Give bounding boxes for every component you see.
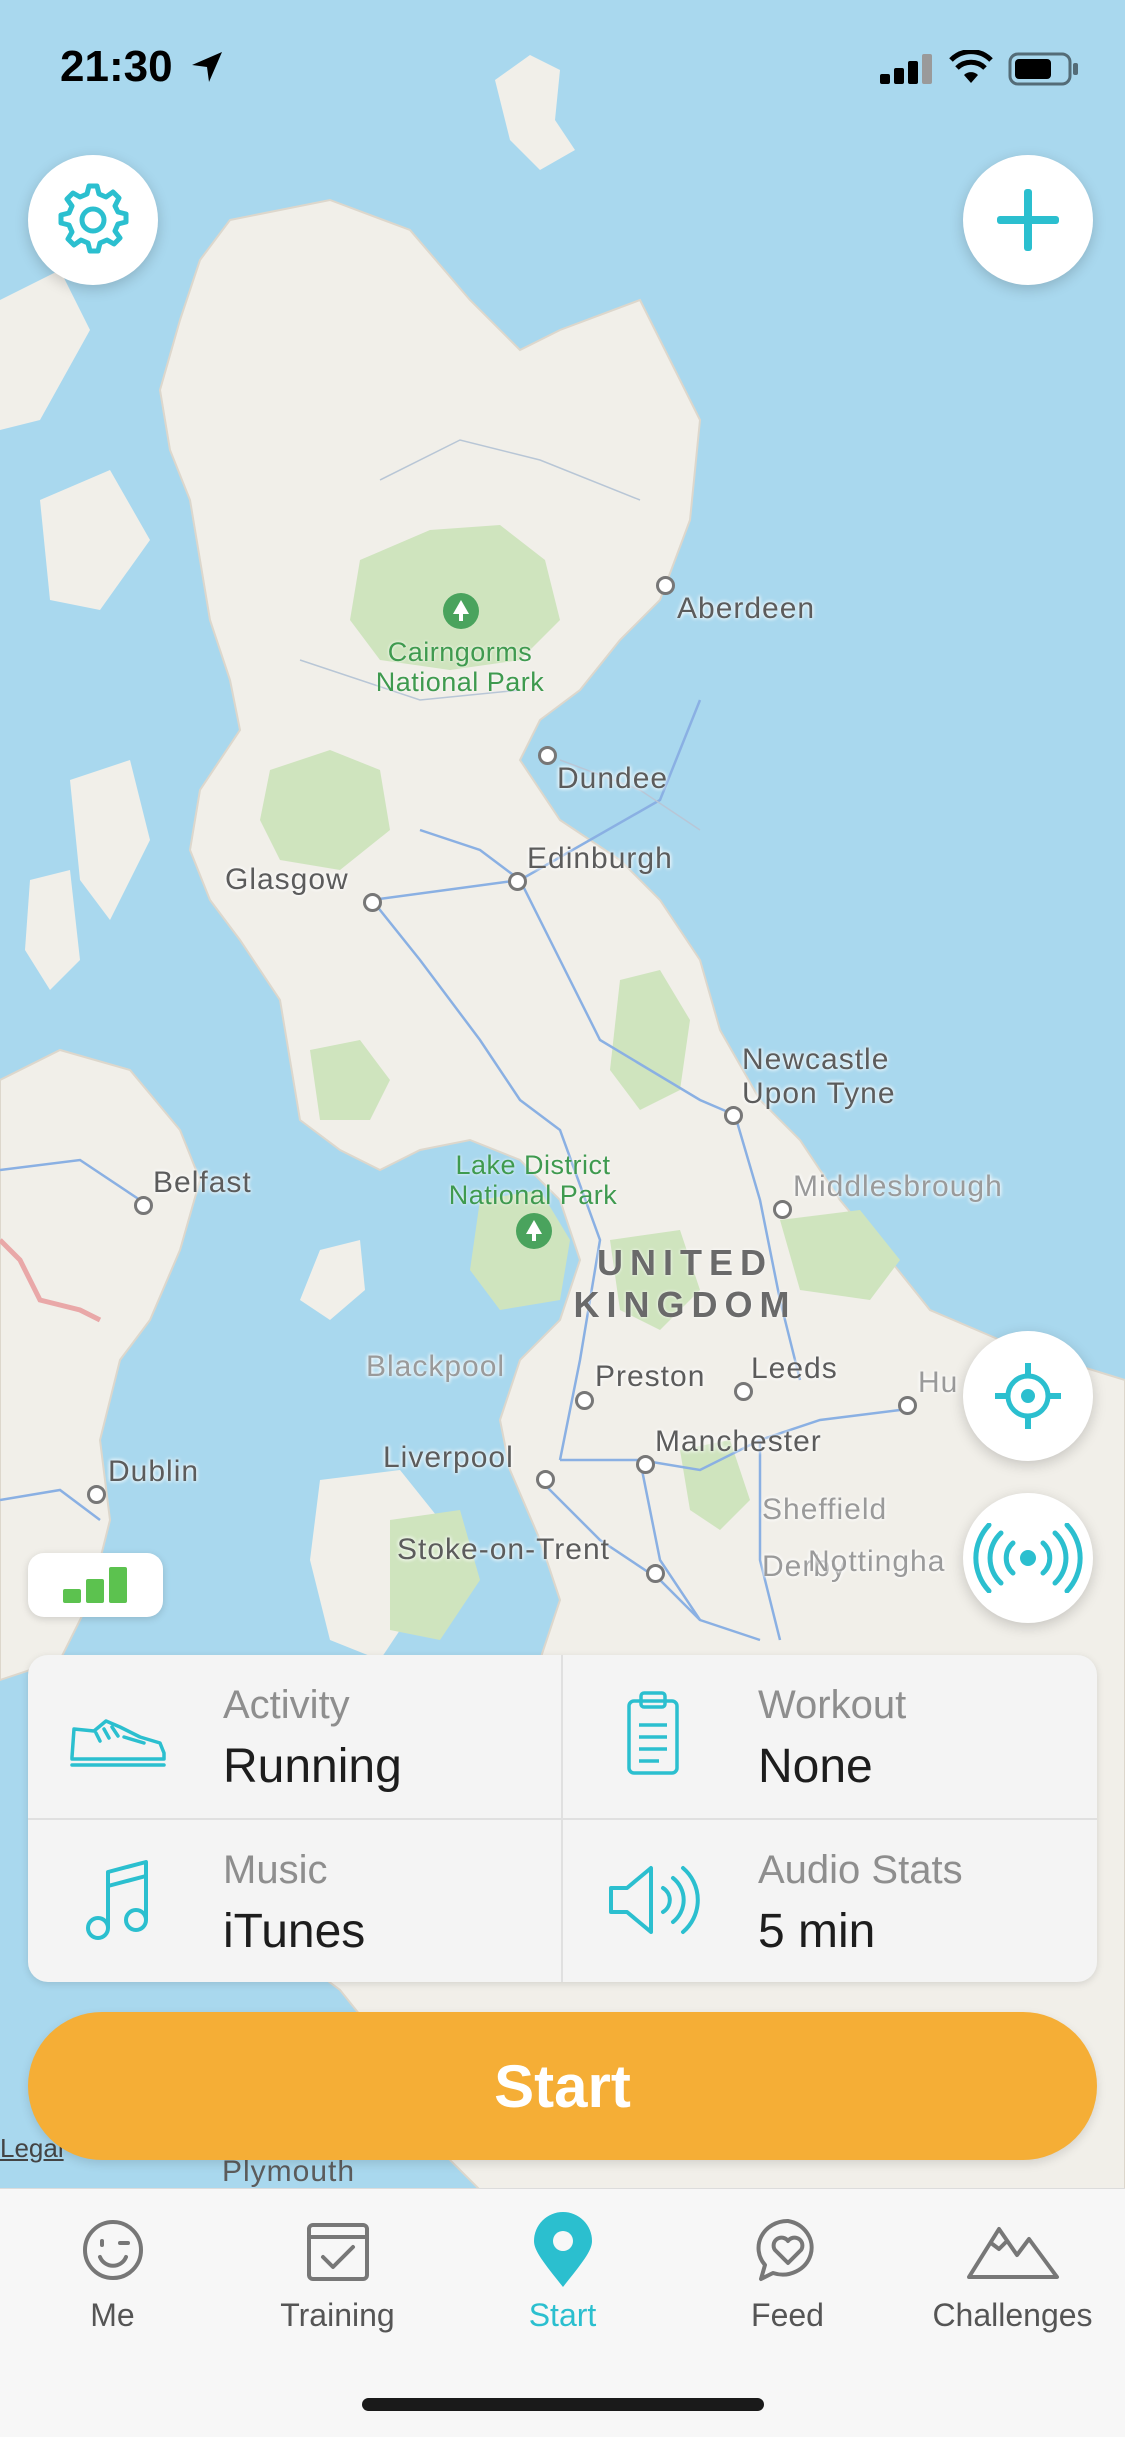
place-label: Middlesbrough — [793, 1170, 1003, 1203]
place-label: Belfast — [153, 1166, 252, 1199]
city-marker — [636, 1455, 655, 1474]
city-marker — [538, 746, 557, 765]
mountain-icon — [966, 2227, 1059, 2279]
tab-label: Me — [90, 2297, 135, 2333]
gps-signal-indicator[interactable] — [28, 1553, 163, 1617]
park-label-line: Lake District — [455, 1150, 611, 1180]
park-tree-icon — [516, 1213, 552, 1249]
activity-label: Activity — [223, 1683, 350, 1727]
place-label: Sheffield — [762, 1493, 888, 1526]
tab-label: Training — [280, 2297, 395, 2333]
city-marker — [508, 872, 527, 891]
add-button[interactable] — [963, 155, 1093, 285]
activity-option[interactable]: Activity Running — [28, 1655, 562, 1818]
crosshair-icon — [995, 1363, 1061, 1429]
heart-bubble-icon — [756, 2218, 814, 2281]
place-label: Glasgow — [225, 863, 349, 896]
tab-label: Challenges — [932, 2297, 1093, 2333]
workout-label: Workout — [758, 1683, 907, 1727]
park-tree-icon — [443, 593, 479, 629]
shoe-icon — [70, 1719, 166, 1767]
city-marker — [575, 1391, 594, 1410]
place-label: Nottingha — [808, 1545, 946, 1578]
tab-label: Feed — [751, 2297, 824, 2333]
city-marker — [134, 1196, 153, 1215]
speaker-icon — [609, 1866, 700, 1934]
tab-training[interactable]: Training — [225, 2211, 450, 2341]
country-label: UNITED KINGDOM — [560, 1242, 810, 1326]
home-indicator — [362, 2398, 764, 2411]
city-marker — [536, 1470, 555, 1489]
status-time: 21:30 — [60, 42, 173, 91]
city-marker — [87, 1485, 106, 1504]
city-marker — [363, 893, 382, 912]
tab-challenges[interactable]: Challenges — [900, 2211, 1125, 2341]
activity-value: Running — [223, 1740, 402, 1793]
place-label: Stoke-on-Trent — [397, 1533, 610, 1566]
plus-icon — [997, 189, 1059, 251]
place-label: Edinburgh — [527, 842, 673, 875]
tab-me[interactable]: Me — [0, 2211, 225, 2341]
audio-stats-option[interactable]: Audio Stats 5 min — [563, 1820, 1097, 1982]
start-button[interactable]: Start — [28, 2012, 1097, 2160]
place-label: Newcastle Upon Tyne — [742, 1043, 896, 1110]
calendar-check-icon — [306, 2223, 369, 2281]
live-tracking-button[interactable] — [963, 1493, 1093, 1623]
city-marker — [646, 1564, 665, 1583]
signal-strength-icon — [63, 1567, 127, 1603]
location-arrow-icon — [192, 52, 222, 82]
music-note-icon — [86, 1860, 148, 1940]
workout-option[interactable]: Workout None — [563, 1655, 1097, 1818]
park-label-line: National Park — [448, 1180, 618, 1210]
workout-options-panel: Activity Running Workout None Music iTun… — [28, 1655, 1097, 1982]
city-marker — [898, 1396, 917, 1415]
place-label: Dublin — [108, 1455, 200, 1488]
workout-value: None — [758, 1740, 873, 1793]
audio-stats-label: Audio Stats — [758, 1848, 963, 1892]
country-label-line: KINGDOM — [573, 1284, 797, 1325]
audio-stats-value: 5 min — [758, 1905, 876, 1958]
place-label: Leeds — [751, 1352, 838, 1385]
park-label-line: Cairngorms — [387, 637, 533, 667]
gear-icon — [58, 183, 129, 254]
map-pin-icon — [533, 2212, 592, 2287]
tab-label: Start — [528, 2297, 597, 2333]
music-option[interactable]: Music iTunes — [28, 1820, 562, 1982]
place-label: Liverpool — [383, 1441, 514, 1474]
wifi-icon — [949, 50, 993, 83]
park-label: Cairngorms National Park — [340, 637, 580, 697]
smiley-icon — [82, 2220, 143, 2280]
place-label: Aberdeen — [677, 592, 816, 625]
place-label: Plymouth — [222, 2155, 356, 2188]
place-label: Manchester — [655, 1425, 822, 1458]
country-label-line: UNITED — [597, 1242, 773, 1283]
place-label: Preston — [595, 1360, 706, 1393]
park-label-line: National Park — [375, 667, 545, 697]
place-label: Hu — [918, 1366, 959, 1399]
broadcast-icon — [973, 1523, 1083, 1593]
tab-start[interactable]: Start — [450, 2211, 675, 2341]
battery-icon — [1008, 52, 1078, 86]
tab-feed[interactable]: Feed — [675, 2211, 900, 2341]
city-marker — [656, 576, 675, 595]
place-label: Blackpool — [366, 1350, 506, 1383]
settings-button[interactable] — [28, 155, 158, 285]
cellular-signal-icon — [880, 54, 932, 84]
status-bar: 21:30 — [0, 0, 1125, 130]
city-marker — [724, 1106, 743, 1125]
city-marker — [773, 1200, 792, 1219]
clipboard-icon — [627, 1691, 679, 1775]
music-value: iTunes — [223, 1905, 366, 1958]
recenter-location-button[interactable] — [963, 1331, 1093, 1461]
park-label: Lake District National Park — [418, 1150, 648, 1210]
music-label: Music — [223, 1848, 328, 1892]
place-label: Dundee — [557, 762, 669, 795]
